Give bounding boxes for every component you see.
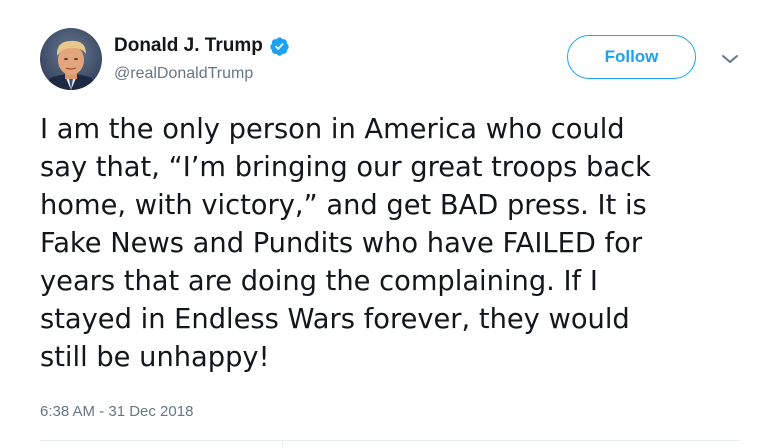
divider: [282, 440, 283, 448]
follow-button[interactable]: Follow: [567, 35, 696, 79]
tweet-text-line: still be unhappy!: [40, 342, 270, 373]
tweet-text-line: home, with victory,” and get BAD press. …: [40, 190, 647, 221]
tweet-timestamp[interactable]: 6:38 AM - 31 Dec 2018: [40, 402, 193, 422]
verified-badge-icon: [270, 36, 289, 56]
avatar-image: [40, 28, 102, 90]
tweet-menu-button[interactable]: [718, 50, 742, 68]
avatar[interactable]: [40, 28, 102, 90]
display-name[interactable]: Donald J. Trump: [114, 35, 263, 57]
tweet-card: Donald J. Trump @realDonaldTrump Follow …: [0, 0, 781, 448]
tweet-text-line: years that are doing the complaining. If…: [40, 266, 598, 297]
tweet-text-line: say that, “I’m bringing our great troops…: [40, 152, 651, 183]
tweet-text-line: stayed in Endless Wars forever, they wou…: [40, 304, 630, 335]
author-name-row: Donald J. Trump: [114, 35, 290, 57]
tweet-text-line: I am the only person in America who coul…: [40, 114, 625, 145]
tweet-text-line: Fake News and Pundits who have FAILED fo…: [40, 228, 643, 259]
tweet-text: I am the only person in America who coul…: [40, 111, 740, 377]
divider: [40, 440, 741, 441]
user-handle[interactable]: @realDonaldTrump: [114, 64, 253, 84]
chevron-down-icon: [722, 55, 738, 63]
